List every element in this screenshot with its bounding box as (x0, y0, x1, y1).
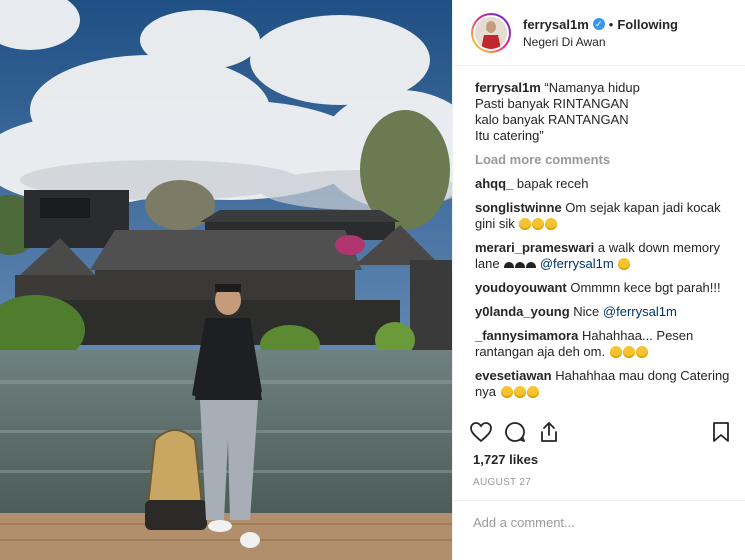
header-separator: • (608, 16, 614, 32)
following-button[interactable]: Following (617, 17, 678, 32)
laughing-emoji-icon (609, 346, 622, 358)
comment-mention[interactable]: @ferrysal1m (603, 304, 677, 319)
hat-emoji-icon (515, 262, 526, 268)
comment-item: youdoyouwant Ommmn kece bgt parah!!! (475, 280, 733, 296)
comment-username[interactable]: y0landa_young (475, 304, 570, 319)
comment-text: Ommmn kece bgt parah!!! (570, 280, 721, 295)
post-date: AUGUST 27 (473, 477, 532, 488)
comments-list[interactable]: ferrysal1m “Namanya hidup Pasti banyak R… (475, 80, 733, 408)
location-link[interactable]: Negeri Di Awan (523, 35, 678, 49)
laughing-emoji-icon (545, 218, 558, 230)
laughing-emoji-icon (519, 218, 532, 230)
bookmark-icon[interactable] (707, 418, 735, 446)
laughing-emoji-icon (526, 386, 539, 398)
header-username[interactable]: ferrysal1m (523, 17, 589, 32)
avatar-image (475, 16, 507, 49)
comment-username[interactable]: songlistwinne (475, 200, 562, 215)
comment-username[interactable]: _fannysimamora (475, 328, 578, 343)
post-details-panel: ferrysal1m ✓ • Following Negeri Di Awan … (452, 0, 745, 560)
laughing-emoji-icon (622, 346, 635, 358)
comment-item: merari_prameswari a walk down memory lan… (475, 240, 733, 272)
add-comment-bar (453, 500, 745, 544)
comment-username[interactable]: youdoyouwant (475, 280, 567, 295)
share-icon[interactable] (535, 418, 563, 446)
comment-item: songlistwinne Om sejak kapan jadi kocak … (475, 200, 733, 232)
avatar[interactable] (471, 12, 511, 53)
action-bar (467, 418, 735, 446)
sun-emoji-icon (618, 258, 631, 270)
likes-count[interactable]: 1,727 likes (473, 452, 538, 467)
comment-item: _fannysimamora Hahahhaa... Pesen rantang… (475, 328, 733, 360)
add-comment-input[interactable] (473, 515, 713, 530)
hat-emoji-icon (526, 262, 537, 268)
comment-bubble-icon[interactable] (501, 418, 529, 446)
comment-item: y0landa_young Nice @ferrysal1m (475, 304, 733, 320)
comment-text: bapak receh (516, 176, 589, 191)
comment-text: Nice (573, 304, 600, 319)
comment-item: evesetiawan Hahahhaa mau dong Catering n… (475, 368, 733, 400)
laughing-emoji-icon (532, 218, 545, 230)
post-header: ferrysal1m ✓ • Following Negeri Di Awan (453, 0, 745, 66)
heart-icon[interactable] (467, 418, 495, 446)
comment-username[interactable]: merari_prameswari (475, 240, 594, 255)
comment-username[interactable]: evesetiawan (475, 368, 552, 383)
laughing-emoji-icon (500, 386, 513, 398)
comment-item: ahqq_ bapak receh (475, 176, 733, 192)
comment-username[interactable]: ahqq_ (475, 176, 513, 191)
post-photo[interactable] (0, 0, 452, 560)
verified-check-icon: ✓ (592, 18, 605, 30)
comment-mention[interactable]: @ferrysal1m (540, 256, 614, 271)
laughing-emoji-icon (635, 346, 648, 358)
caption-username[interactable]: ferrysal1m (475, 80, 541, 95)
post-caption: ferrysal1m “Namanya hidup Pasti banyak R… (475, 80, 733, 144)
laughing-emoji-icon (513, 386, 526, 398)
photo-scene (0, 0, 452, 560)
hat-emoji-icon (504, 262, 515, 268)
load-more-comments-button[interactable]: Load more comments (475, 152, 733, 168)
